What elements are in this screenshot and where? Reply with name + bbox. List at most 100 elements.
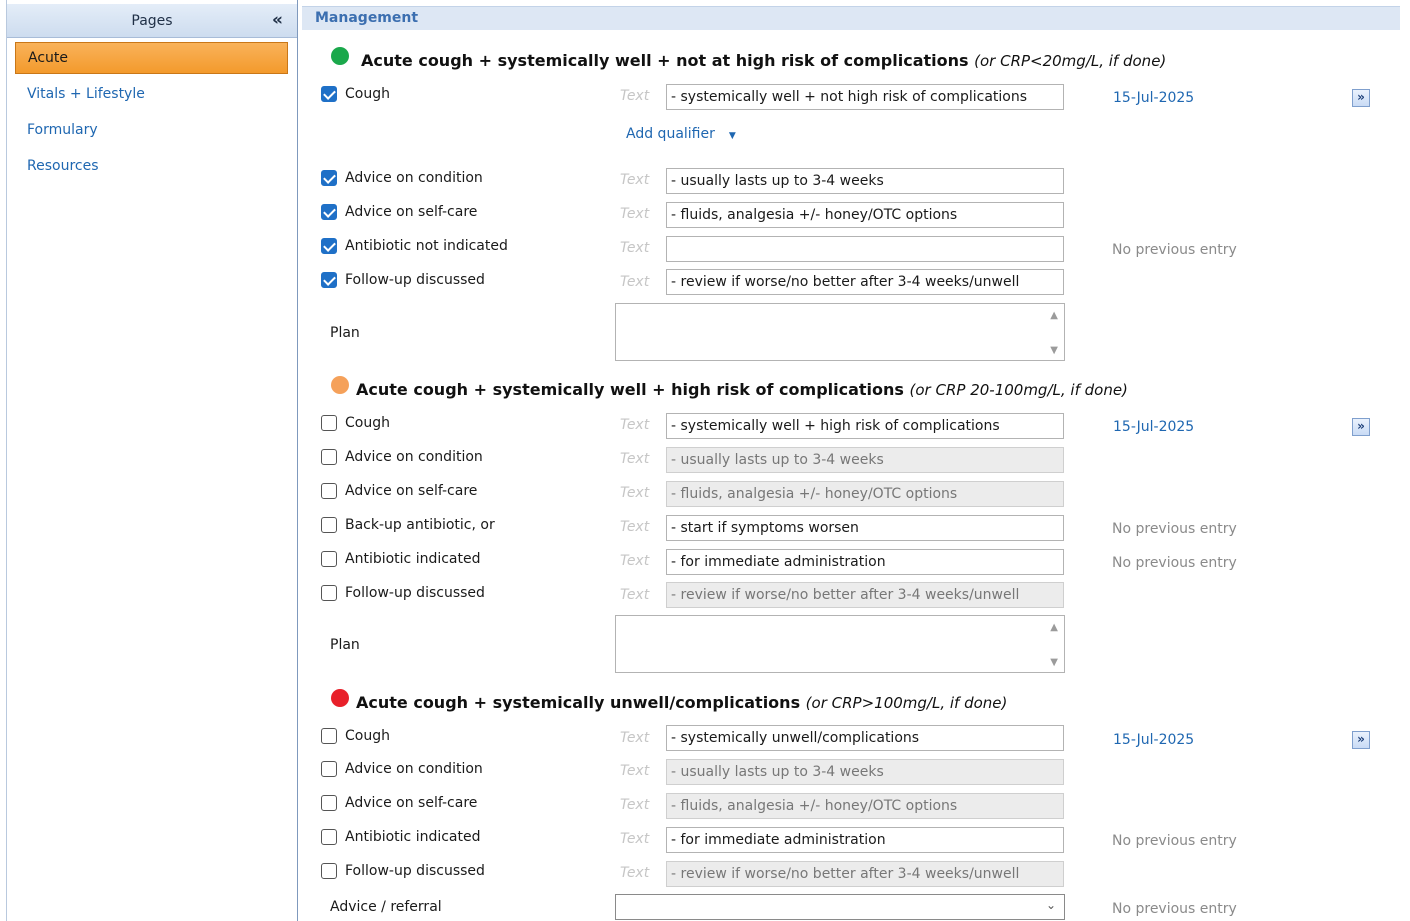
row-label: Advice on condition [345,449,483,465]
text-hint: Text [620,865,650,881]
previous-entry-text: No previous entry [1112,901,1237,917]
date-link[interactable]: 15-Jul-2025 [1113,90,1194,106]
text-field[interactable] [666,236,1064,262]
main-content: Management Acute cough + systemically we… [297,0,1410,921]
section-title-unwell: Acute cough + systemically unwell/compli… [356,693,1007,712]
checkbox-advice-self-care[interactable] [321,795,337,811]
green-status-dot-icon [331,47,349,65]
text-field[interactable]: - review if worse/no better after 3-4 we… [666,269,1064,295]
checkbox-antibiotic-not-indicated[interactable] [321,238,337,254]
management-title: Management [315,10,419,26]
previous-entry-text: No previous entry [1112,521,1237,537]
caret-down-icon: ▼ [728,131,736,141]
checkbox-follow-up[interactable] [321,863,337,879]
row-label: Advice on self-care [345,483,478,499]
plan-textarea[interactable]: ▲ ▼ [615,303,1065,361]
checkbox-follow-up[interactable] [321,585,337,601]
checkbox-cough[interactable] [321,415,337,431]
expand-arrow-icon[interactable]: » [1352,89,1370,107]
advice-referral-label: Advice / referral [330,899,442,915]
row-label: Advice on self-care [345,204,478,220]
row-label: Antibiotic indicated [345,551,481,567]
row-label: Antibiotic not indicated [345,238,508,254]
row-label: Follow-up discussed [345,272,485,288]
previous-entry-text: No previous entry [1112,833,1237,849]
checkbox-antibiotic-indicated[interactable] [321,829,337,845]
text-hint: Text [620,88,650,104]
previous-entry-text: No previous entry [1112,555,1237,571]
text-hint: Text [620,730,650,746]
sidebar-item-acute[interactable]: Acute [15,42,288,74]
checkbox-advice-self-care[interactable] [321,483,337,499]
text-field[interactable]: - fluids, analgesia +/- honey/OTC option… [666,202,1064,228]
plan-label: Plan [330,637,360,653]
expand-arrow-icon[interactable]: » [1352,731,1370,749]
text-field[interactable]: - systemically well + not high risk of c… [666,84,1064,110]
section-title-note: (or CRP 20-100mg/L, if done) [909,381,1128,399]
text-hint: Text [620,763,650,779]
row-label: Cough [345,86,390,102]
sidebar-item-resources[interactable]: Resources [15,151,288,183]
text-field: - usually lasts up to 3-4 weeks [666,759,1064,785]
scroll-up-icon[interactable]: ▲ [1050,310,1058,321]
text-hint: Text [620,240,650,256]
chevron-down-icon: ⌄ [1045,898,1056,912]
row-label: Advice on condition [345,170,483,186]
date-link[interactable]: 15-Jul-2025 [1113,732,1194,748]
text-hint: Text [620,553,650,569]
checkbox-cough[interactable] [321,86,337,102]
text-field[interactable]: - systemically unwell/complications [666,725,1064,751]
text-field: - usually lasts up to 3-4 weeks [666,447,1064,473]
pages-header: Pages « [7,4,297,38]
text-hint: Text [620,274,650,290]
text-hint: Text [620,797,650,813]
text-field: - review if worse/no better after 3-4 we… [666,861,1064,887]
text-field[interactable]: - for immediate administration [666,549,1064,575]
row-label: Advice on self-care [345,795,478,811]
previous-entry-text: No previous entry [1112,242,1237,258]
text-field[interactable]: - usually lasts up to 3-4 weeks [666,168,1064,194]
sidebar: Pages « Acute Vitals + Lifestyle Formula… [0,0,297,921]
scroll-up-icon[interactable]: ▲ [1050,622,1058,633]
checkbox-advice-condition[interactable] [321,449,337,465]
text-hint: Text [620,172,650,188]
scroll-down-icon[interactable]: ▼ [1050,345,1058,356]
text-field: - fluids, analgesia +/- honey/OTC option… [666,481,1064,507]
row-label: Cough [345,728,390,744]
text-field: - review if worse/no better after 3-4 we… [666,582,1064,608]
text-hint: Text [620,831,650,847]
date-link[interactable]: 15-Jul-2025 [1113,419,1194,435]
checkbox-antibiotic-indicated[interactable] [321,551,337,567]
red-status-dot-icon [331,689,349,707]
section-title-text: Acute cough + systemically well + not at… [361,51,969,70]
text-field[interactable]: - systemically well + high risk of compl… [666,413,1064,439]
checkbox-cough[interactable] [321,728,337,744]
text-field[interactable]: - for immediate administration [666,827,1064,853]
checkbox-advice-self-care[interactable] [321,204,337,220]
sidebar-item-vitals-lifestyle[interactable]: Vitals + Lifestyle [15,79,288,111]
text-hint: Text [620,206,650,222]
plan-textarea[interactable]: ▲ ▼ [615,615,1065,673]
section-title-high-risk: Acute cough + systemically well + high r… [356,380,1128,399]
row-label: Back-up antibiotic, or [345,517,495,533]
sidebar-item-formulary[interactable]: Formulary [15,115,288,147]
row-label: Cough [345,415,390,431]
checkbox-advice-condition[interactable] [321,170,337,186]
advice-referral-select[interactable]: ⌄ [615,894,1065,920]
text-hint: Text [620,519,650,535]
expand-arrow-icon[interactable]: » [1352,418,1370,436]
management-header: Management [302,6,1400,30]
text-hint: Text [620,417,650,433]
section-title-text: Acute cough + systemically unwell/compli… [356,693,801,712]
add-qualifier-dropdown[interactable]: Add qualifier ▼ [626,126,736,142]
scroll-down-icon[interactable]: ▼ [1050,657,1058,668]
row-label: Follow-up discussed [345,585,485,601]
checkbox-follow-up[interactable] [321,272,337,288]
checkbox-back-up-antibiotic[interactable] [321,517,337,533]
collapse-icon[interactable]: « [272,10,283,30]
text-field[interactable]: - start if symptoms worsen [666,515,1064,541]
orange-status-dot-icon [331,376,349,394]
checkbox-advice-condition[interactable] [321,761,337,777]
text-field: - fluids, analgesia +/- honey/OTC option… [666,793,1064,819]
row-label: Antibiotic indicated [345,829,481,845]
